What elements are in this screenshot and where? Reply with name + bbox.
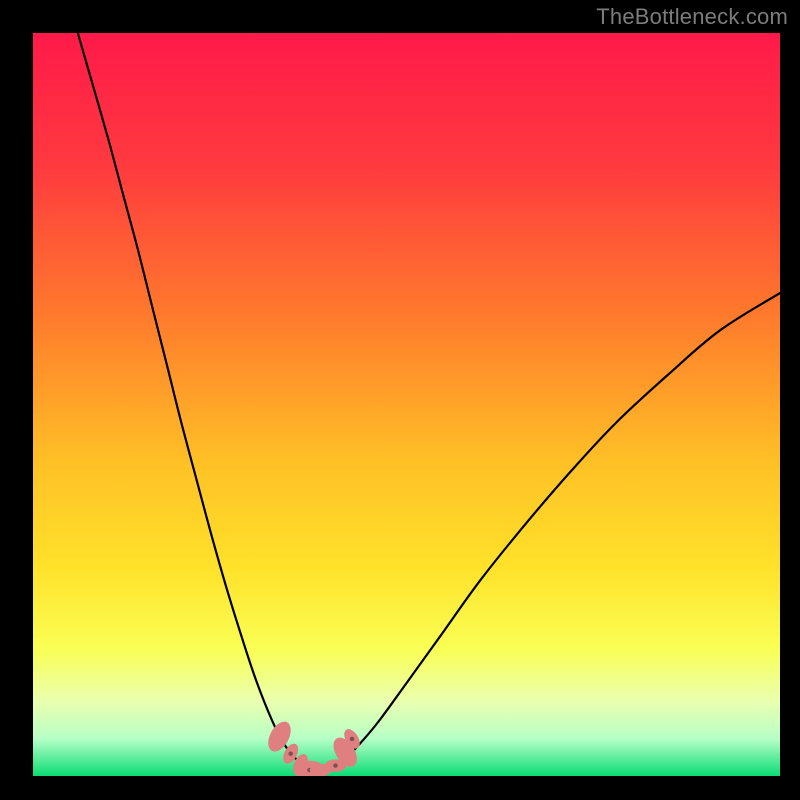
gradient-background xyxy=(33,33,780,776)
fit-marker-joint xyxy=(333,763,337,767)
bottleneck-chart xyxy=(0,0,800,800)
fit-marker-joint xyxy=(350,737,354,741)
chart-frame: TheBottleneck.com xyxy=(0,0,800,800)
watermark-text: TheBottleneck.com xyxy=(596,4,788,30)
fit-marker-joint xyxy=(289,752,293,756)
